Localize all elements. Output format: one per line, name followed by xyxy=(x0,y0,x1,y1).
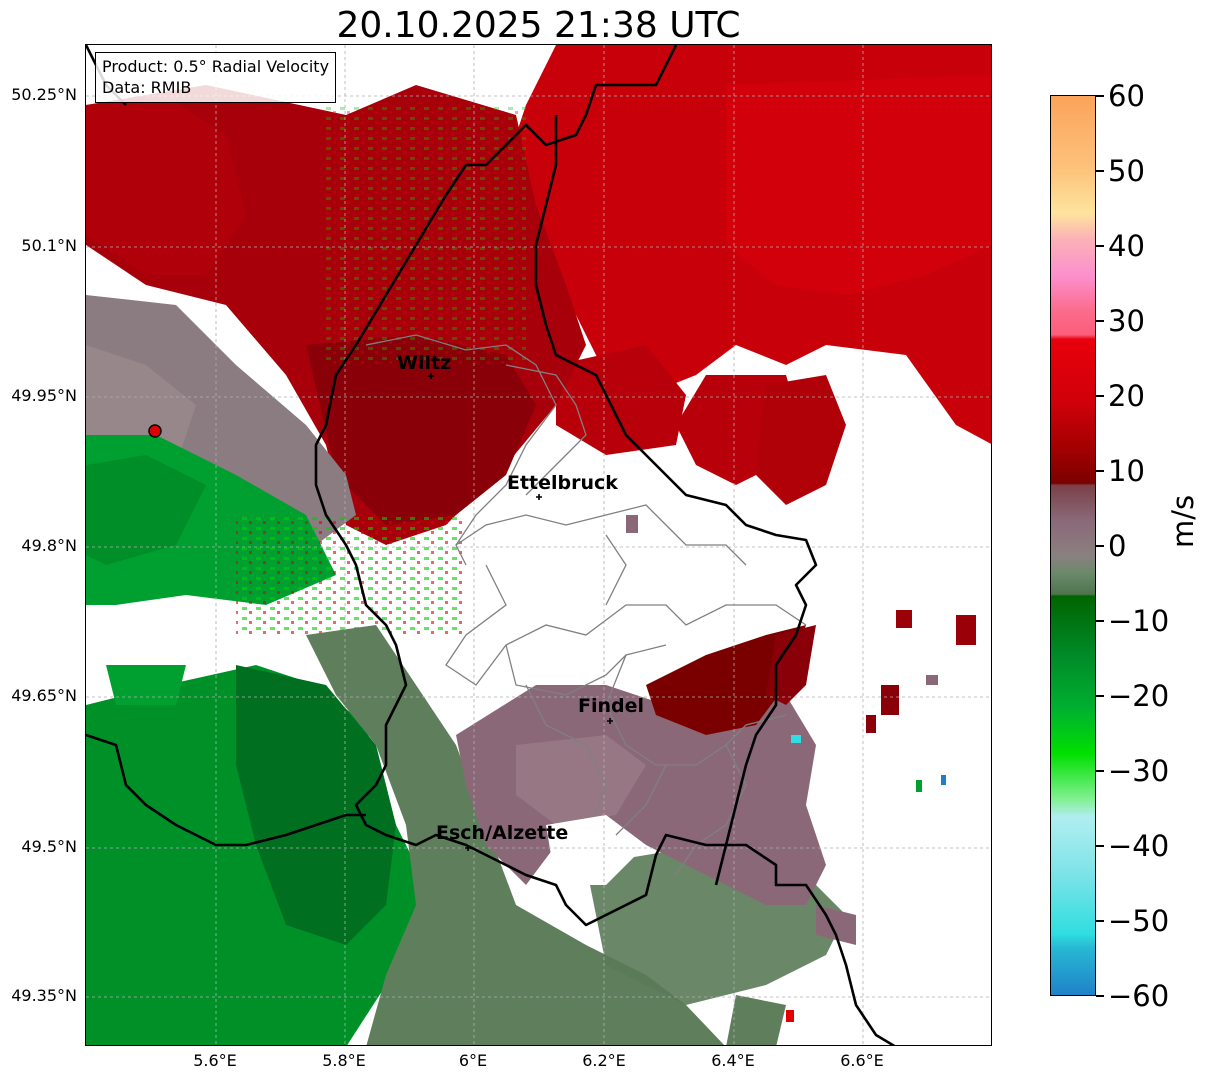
cbar-label-minus60: −60 xyxy=(1108,979,1170,1013)
city-label-findel: Findel xyxy=(578,695,644,717)
lon-label-6-6: 6.6°E xyxy=(840,1051,884,1070)
lon-label-5-8: 5.8°E xyxy=(322,1051,366,1070)
cbar-label-40: 40 xyxy=(1108,229,1145,263)
cbar-tick xyxy=(1096,170,1104,172)
lat-label-50-25: 50.25°N xyxy=(11,85,77,104)
cbar-tick xyxy=(1096,545,1104,547)
cbar-tick xyxy=(1096,620,1104,622)
cbar-label-50: 50 xyxy=(1108,154,1145,188)
lat-label-49-95: 49.95°N xyxy=(11,386,77,405)
cbar-tick xyxy=(1096,770,1104,772)
info-product: Product: 0.5° Radial Velocity xyxy=(102,57,330,76)
cbar-label-20: 20 xyxy=(1108,379,1145,413)
map-title: 20.10.2025 21:38 UTC xyxy=(336,5,741,46)
cbar-label-60: 60 xyxy=(1108,79,1145,113)
velocity-echo-red xyxy=(506,45,991,505)
cbar-tick xyxy=(1096,995,1104,997)
ettelbruck-marker xyxy=(536,494,542,500)
cbar-label-30: 30 xyxy=(1108,304,1145,338)
cbar-label-10: 10 xyxy=(1108,454,1145,488)
info-box: Product: 0.5° Radial Velocity Data: RMIB xyxy=(95,52,337,103)
lat-label-49-65: 49.65°N xyxy=(11,686,77,705)
city-label-ettelbruck: Ettelbruck xyxy=(507,472,618,494)
lat-label-49-5: 49.5°N xyxy=(21,837,77,856)
cbar-tick xyxy=(1096,470,1104,472)
radar-site-marker[interactable] xyxy=(148,424,162,438)
cbar-tick xyxy=(1096,695,1104,697)
lat-label-49-8: 49.8°N xyxy=(21,536,77,555)
cbar-tick xyxy=(1096,95,1104,97)
cbar-tick xyxy=(1096,920,1104,922)
cbar-label-0: 0 xyxy=(1108,529,1127,563)
colorbar xyxy=(1050,95,1096,996)
lon-label-6-2: 6.2°E xyxy=(582,1051,626,1070)
radar-map-canvas: Wiltz Ettelbruck Findel Esch/Alzette xyxy=(86,45,991,1045)
lon-label-6: 6°E xyxy=(458,1051,488,1070)
lat-label-49-35: 49.35°N xyxy=(11,986,77,1005)
cbar-tick xyxy=(1096,320,1104,322)
lon-label-6-4: 6.4°E xyxy=(711,1051,755,1070)
lat-label-50-1: 50.1°N xyxy=(21,236,77,255)
city-label-wiltz: Wiltz xyxy=(397,352,451,374)
lon-label-5-6: 5.6°E xyxy=(193,1051,237,1070)
colorbar-gradient xyxy=(1051,96,1095,995)
radar-map[interactable]: Wiltz Ettelbruck Findel Esch/Alzette Pro… xyxy=(85,44,992,1046)
cbar-label-minus20: −20 xyxy=(1108,679,1170,713)
cbar-label-minus40: −40 xyxy=(1108,829,1170,863)
colorbar-unit: m/s xyxy=(1166,494,1200,548)
info-source: Data: RMIB xyxy=(102,78,192,97)
cbar-tick xyxy=(1096,845,1104,847)
cbar-tick xyxy=(1096,395,1104,397)
cbar-label-minus50: −50 xyxy=(1108,904,1170,938)
cbar-tick xyxy=(1096,245,1104,247)
cbar-label-minus30: −30 xyxy=(1108,754,1170,788)
cbar-label-minus10: −10 xyxy=(1108,604,1170,638)
city-label-esch: Esch/Alzette xyxy=(436,822,568,844)
